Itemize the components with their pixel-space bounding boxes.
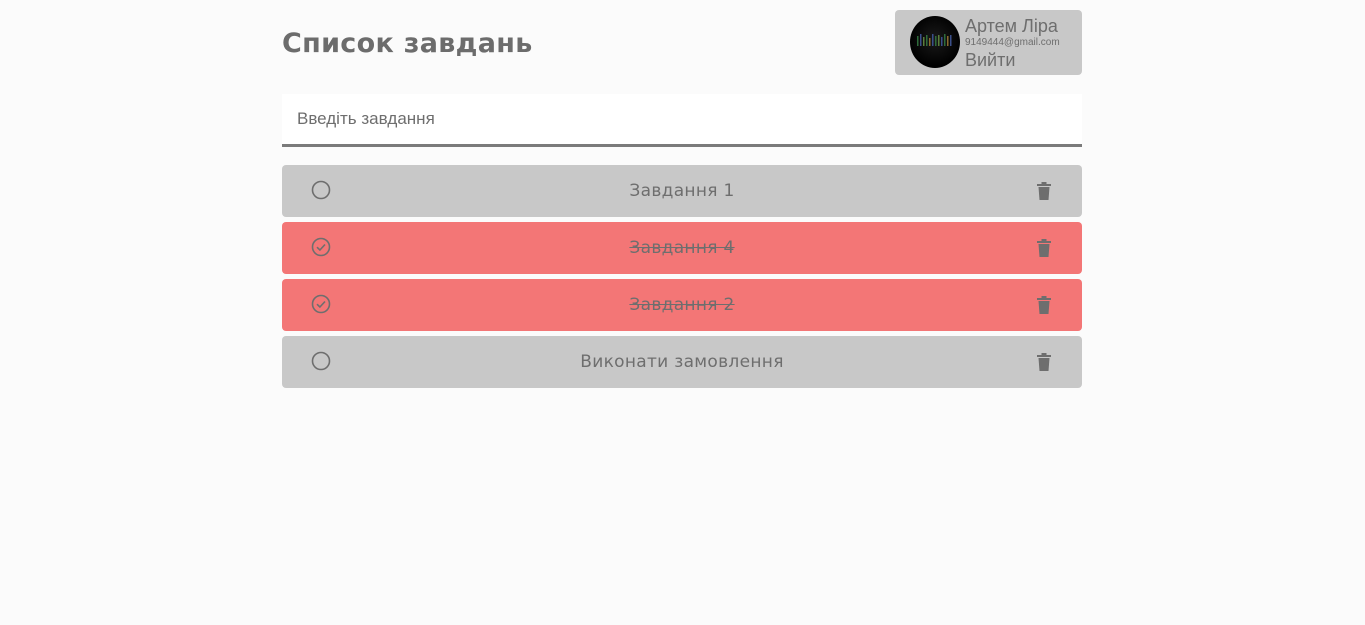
logout-button[interactable]: Вийти [965,50,1015,70]
circle-icon[interactable] [311,180,331,200]
avatar-image-icon [917,34,952,46]
user-card: Артем Ліра 9149444@gmail.com Вийти [895,10,1082,75]
check-circle-icon[interactable] [311,237,331,257]
circle-icon[interactable] [311,351,331,371]
trash-icon[interactable] [1034,295,1054,315]
task-list: Завдання 1 Завдання 4 Завдання 2 Виконат… [282,165,1082,393]
trash-icon[interactable] [1034,238,1054,258]
page-title: Список завдань [282,28,533,59]
task-item: Завдання 1 [282,165,1082,217]
avatar [910,16,960,68]
task-text: Завдання 1 [629,181,735,201]
task-text: Виконати замовлення [580,352,784,372]
task-text: Завдання 2 [629,295,735,315]
trash-icon[interactable] [1034,352,1054,372]
task-item: Завдання 4 [282,222,1082,274]
user-name: Артем Ліра [965,16,1058,36]
task-item: Виконати замовлення [282,336,1082,388]
task-input[interactable] [282,94,1082,147]
task-text: Завдання 4 [629,238,735,258]
task-item: Завдання 2 [282,279,1082,331]
user-email: 9149444@gmail.com [965,37,1060,48]
trash-icon[interactable] [1034,181,1054,201]
check-circle-icon[interactable] [311,294,331,314]
